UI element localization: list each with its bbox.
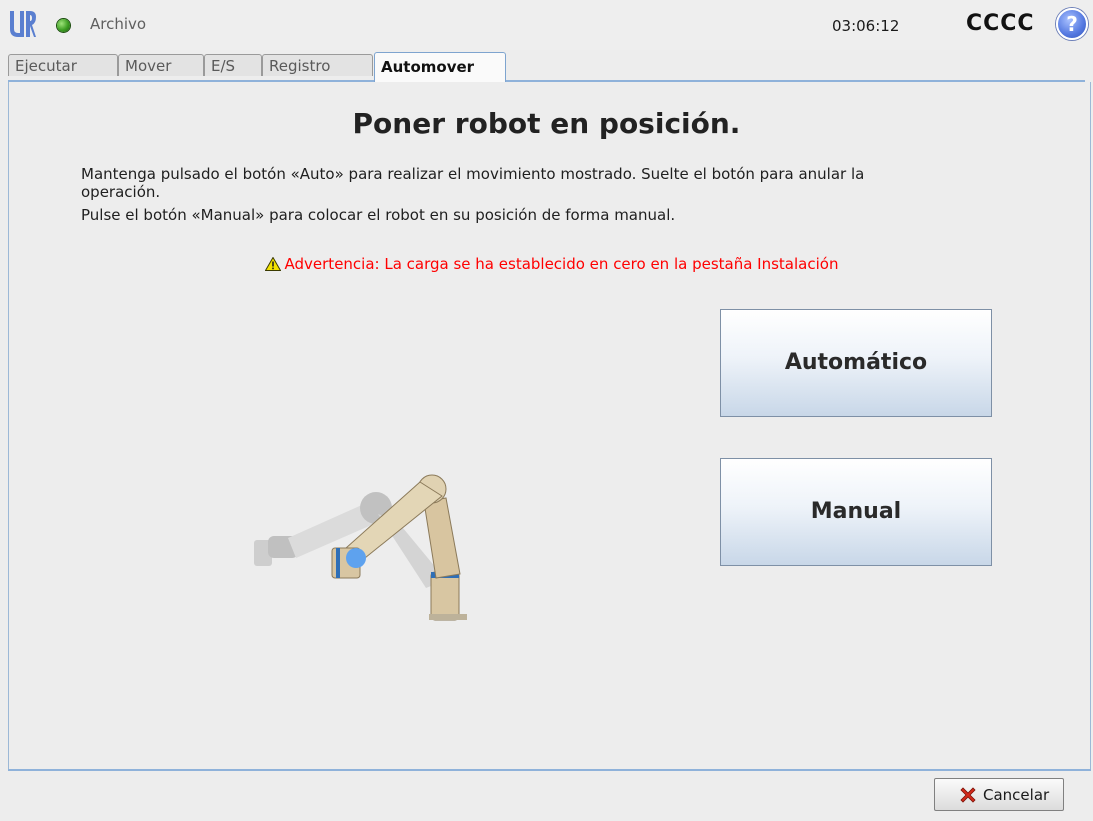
robot-name: CCCC [966, 11, 1035, 36]
tab-registro[interactable]: Registro [262, 54, 373, 76]
main-panel [8, 82, 1091, 770]
red-x-icon [960, 787, 976, 803]
tab-mover[interactable]: Mover [118, 54, 204, 76]
robot-arm-illustration [254, 474, 467, 621]
instruction-line-1: Mantenga pulsado el botón «Auto» para re… [81, 165, 865, 183]
file-menu[interactable]: Archivo [90, 15, 146, 33]
warning-triangle-icon [264, 257, 281, 271]
status-green-dot-icon [57, 19, 70, 32]
instruction-line-2: operación. [81, 183, 161, 201]
top-bar: Archivo 03:06:12 CCCC ? [0, 0, 1093, 50]
ur-logo-icon [10, 11, 36, 37]
cancel-button[interactable]: Cancelar [934, 778, 1064, 811]
footer-bar [0, 771, 1093, 821]
tab-automover[interactable]: Automover [374, 52, 506, 82]
page-title: Poner robot en posición. [352, 107, 741, 140]
clock: 03:06:12 [832, 17, 900, 35]
manual-button[interactable]: Manual [720, 458, 992, 566]
warning-text: Advertencia: La carga se ha establecido … [284, 255, 839, 273]
robot-real-pose [331, 474, 467, 621]
help-icon[interactable]: ? [1056, 8, 1088, 40]
auto-button[interactable]: Automático [720, 309, 992, 417]
instruction-line-3: Pulse el botón «Manual» para colocar el … [81, 206, 676, 224]
tab-bar: Ejecutar Mover E/S Registro Automover [0, 52, 1093, 82]
warning-message: Advertencia: La carga se ha establecido … [0, 255, 1093, 273]
tab-ejecutar[interactable]: Ejecutar [8, 54, 118, 76]
tab-es[interactable]: E/S [204, 54, 262, 76]
cancel-label: Cancelar [983, 786, 1050, 804]
